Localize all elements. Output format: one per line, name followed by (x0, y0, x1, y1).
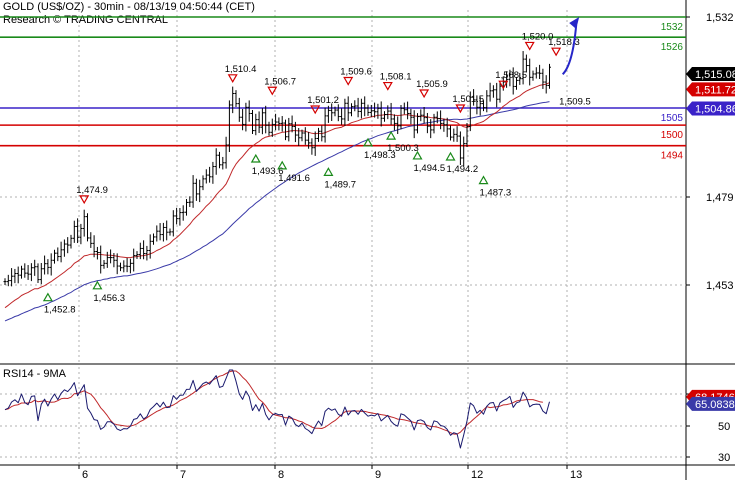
x-tick-label: 12 (471, 469, 483, 480)
trough-label: 1,489.7 (324, 179, 356, 190)
level-label-1494: 1494 (661, 151, 684, 162)
x-tick-label: 8 (278, 469, 284, 480)
trough-label: 1,452.8 (44, 305, 76, 316)
peak-label: 1,509.6 (340, 66, 372, 77)
trough-marker (323, 167, 334, 176)
y-tick-label: 1,479 (706, 192, 734, 204)
peak-label: 1,506.7 (264, 76, 296, 87)
price-tag-label-rsi: 65.0838 (695, 399, 735, 411)
x-tick-label: 6 (82, 469, 88, 480)
level-label-1500: 1500 (661, 130, 684, 141)
trough-marker (445, 151, 456, 161)
peak-marker (227, 74, 238, 84)
peak-label: 1,501.2 (307, 95, 339, 106)
peak-marker (343, 76, 354, 86)
peak-marker (551, 47, 562, 57)
peak-marker (419, 89, 430, 99)
y-tick-label: 1,453 (706, 280, 734, 292)
rsi-ma-line (4, 370, 543, 435)
trough-marker (250, 153, 261, 163)
rsi-tick-label: 50 (718, 421, 730, 433)
level-label-1505: 1505 (661, 113, 684, 124)
peak-label: 1,474.9 (76, 185, 108, 196)
extra-label: 1,509.5 (559, 97, 591, 108)
forecast-arrow-head (569, 17, 580, 29)
x-tick-label: 9 (375, 469, 381, 480)
trough-label: 1,494.5 (414, 163, 446, 174)
level-label-1526: 1526 (661, 42, 684, 53)
trough-label: 1,491.6 (278, 173, 310, 184)
x-tick-label: 13 (570, 469, 582, 480)
forecast-arrow (561, 24, 578, 76)
y-tick-label: 1,532 (706, 12, 734, 24)
trough-marker (386, 130, 397, 140)
trough-marker (478, 175, 489, 185)
peak-marker (382, 81, 393, 91)
x-tick-label: 7 (180, 469, 186, 480)
peak-label: 1,505.9 (416, 79, 448, 90)
peak-marker (79, 195, 90, 205)
peak-label: 1,510.4 (225, 64, 257, 75)
trough-marker (42, 292, 53, 302)
price-tag-label-ma_fast: 1,511.72 (695, 84, 735, 96)
peak-label: 1,501.5 (452, 94, 484, 105)
gold-price-chart: 678912131,4531,4791,5051,532305070153215… (0, 0, 735, 480)
rsi-tick-label: 30 (718, 452, 730, 464)
peak-marker (524, 41, 535, 51)
trough-label: 1,500.3 (387, 143, 419, 154)
price-tag-label-ma_slow: 1,504.86 (695, 103, 735, 115)
level-label-1532: 1532 (661, 22, 684, 33)
trough-label: 1,494.2 (447, 164, 479, 175)
peak-label: 1,508.1 (380, 72, 412, 83)
trough-label: 1,456.3 (93, 293, 125, 304)
trough-label: 1,487.3 (480, 188, 512, 199)
price-tag-label-last: 1,515.08 (695, 69, 735, 81)
peak-marker (310, 105, 321, 115)
peak-label: 1,508.5 (495, 70, 527, 81)
